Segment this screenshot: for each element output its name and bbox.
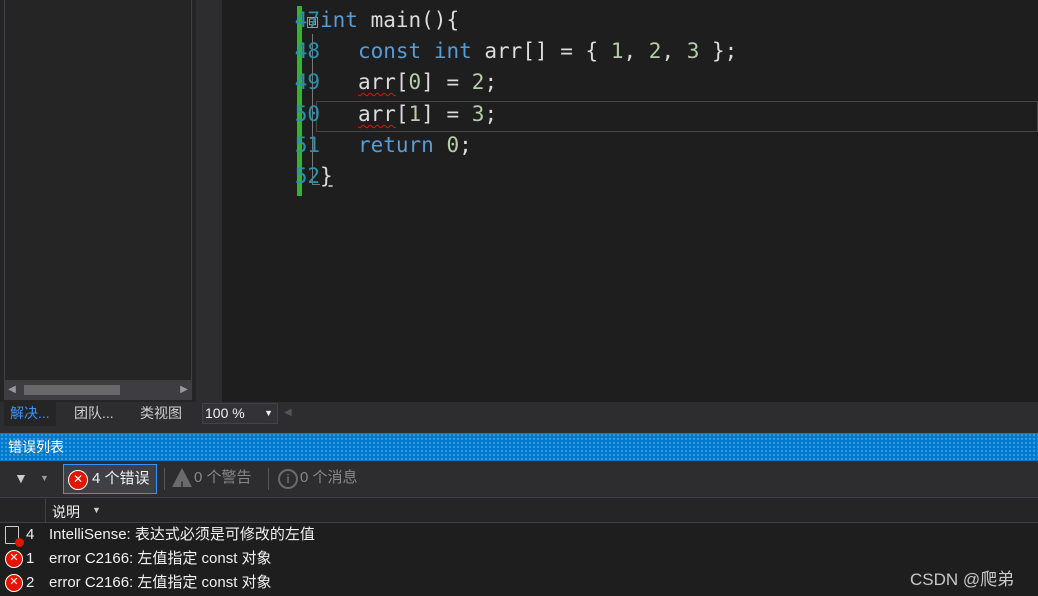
table-row[interactable]: 4 IntelliSense: 表达式必须是可修改的左值 [0, 523, 1038, 547]
keyword: int [320, 8, 358, 32]
error-list-title-text: 错误列表 [8, 439, 64, 455]
error-icon: ✕ [68, 470, 88, 490]
row-description: error C2166: 左值指定 const 对象 [49, 574, 272, 591]
number-literal: 2 [471, 70, 485, 94]
column-header-category[interactable] [0, 498, 46, 522]
code-line-51[interactable]: return 0; [320, 133, 472, 157]
code-text: [0] [395, 70, 434, 94]
line-number: 52 [294, 164, 320, 188]
warning-mark: ! [180, 479, 184, 493]
toolbar-separator [164, 468, 165, 490]
number-literal: 0 [408, 70, 422, 94]
line-number: 47 [294, 8, 320, 32]
code-line-47[interactable]: int main(){ [320, 8, 459, 32]
filter-icon[interactable]: ▼ [14, 470, 28, 486]
number-literal: 3 [471, 102, 485, 126]
intellisense-error-icon [5, 526, 24, 547]
line-number: 48 [294, 39, 320, 63]
code-line-48[interactable]: const int arr[] = { 1, 2, 3 }; [320, 39, 737, 63]
scroll-right-icon[interactable]: ▶ [176, 380, 192, 400]
row-number: 4 [26, 526, 35, 543]
code-text: = [433, 70, 472, 94]
closing-brace: } [320, 164, 333, 188]
table-row[interactable]: ✕ 1 error C2166: 左值指定 const 对象 [0, 547, 1038, 571]
errors-filter-button[interactable]: ✕ 4 个错误 [63, 464, 157, 494]
column-header-description[interactable]: 说明 [52, 502, 80, 522]
tab-class-view[interactable]: 类视图 [134, 402, 188, 426]
error-list-toolbar: ▼ ▼ ✕ 4 个错误 ! 0 个警告 i 0 个消息 [0, 461, 1038, 497]
number-literal: 3 [686, 39, 700, 63]
number-literal: 1 [408, 102, 422, 126]
zoom-value: 100 % [205, 405, 245, 421]
line-number: 49 [294, 70, 320, 94]
solution-explorer-tree[interactable] [4, 0, 192, 380]
code-text: [1] [395, 102, 434, 126]
scrollbar-thumb[interactable] [24, 385, 120, 395]
solution-explorer-panel [0, 0, 196, 402]
chevron-down-icon: ▼ [264, 408, 273, 418]
toolbar-separator [268, 468, 269, 490]
errors-count-label: 4 个错误 [92, 470, 150, 487]
keyword: return [357, 133, 434, 157]
keyword: const [357, 39, 422, 63]
code-text: arr[] = { [471, 39, 611, 63]
number-literal: 0 [446, 133, 460, 157]
horizontal-scrollbar[interactable]: ◀ ▶ [4, 380, 192, 400]
chevron-down-icon[interactable]: ▼ [92, 505, 101, 515]
row-description: error C2166: 左值指定 const 对象 [49, 550, 272, 567]
row-description: IntelliSense: 表达式必须是可修改的左值 [49, 526, 315, 543]
panel-divider [196, 0, 222, 402]
panel-tab-strip: 解决... 团队... 类视图 100 % ▼ ◀ [0, 402, 1038, 426]
error-dot [15, 538, 24, 547]
error-list-title[interactable]: 错误列表 [0, 433, 1038, 461]
info-icon: i [278, 469, 298, 489]
warnings-filter-button[interactable]: ! 0 个警告 [168, 464, 252, 494]
row-number: 2 [26, 574, 35, 591]
code-line-49[interactable]: arr[0] = 2; [320, 70, 497, 94]
tab-solution-explorer[interactable]: 解决... [4, 402, 56, 426]
line-number: 51 [294, 133, 320, 157]
number-literal: 1 [610, 39, 624, 63]
code-text: main(){ [357, 8, 460, 32]
error-icon: ✕ [5, 550, 23, 568]
tab-team-explorer[interactable]: 团队... [68, 402, 120, 426]
line-number: 50 [294, 102, 320, 126]
error-list-column-header: 说明 ▼ [0, 497, 1038, 523]
error-icon: ✕ [5, 574, 23, 592]
code-line-52[interactable]: } [320, 164, 333, 188]
code-editor[interactable]: ⊟ 47 48 49 50 51 52 int main(){ const in… [222, 0, 1038, 402]
watermark: CSDN @爬弟 [910, 570, 1015, 589]
code-text: = [433, 102, 472, 126]
table-row[interactable]: ✕ 2 error C2166: 左值指定 const 对象 [0, 571, 1038, 595]
keyword: int [433, 39, 472, 63]
panel-gap [0, 426, 1038, 433]
scroll-left-icon[interactable]: ◀ [4, 380, 20, 400]
messages-filter-button[interactable]: i 0 个消息 [274, 464, 358, 494]
messages-count-label: 0 个消息 [300, 469, 358, 486]
row-number: 1 [26, 550, 35, 567]
number-literal: 2 [648, 39, 662, 63]
error-list-rows: 4 IntelliSense: 表达式必须是可修改的左值 ✕ 1 error C… [0, 523, 1038, 596]
code-line-50[interactable]: arr[1] = 3; [320, 102, 497, 126]
scroll-left-icon[interactable]: ◀ [284, 407, 292, 418]
chevron-down-icon[interactable]: ▼ [40, 473, 49, 483]
zoom-select[interactable]: 100 % ▼ [202, 403, 278, 424]
error-squiggle-identifier[interactable]: arr [358, 70, 396, 94]
error-squiggle-identifier[interactable]: arr [358, 102, 396, 126]
warnings-count-label: 0 个警告 [194, 469, 252, 486]
